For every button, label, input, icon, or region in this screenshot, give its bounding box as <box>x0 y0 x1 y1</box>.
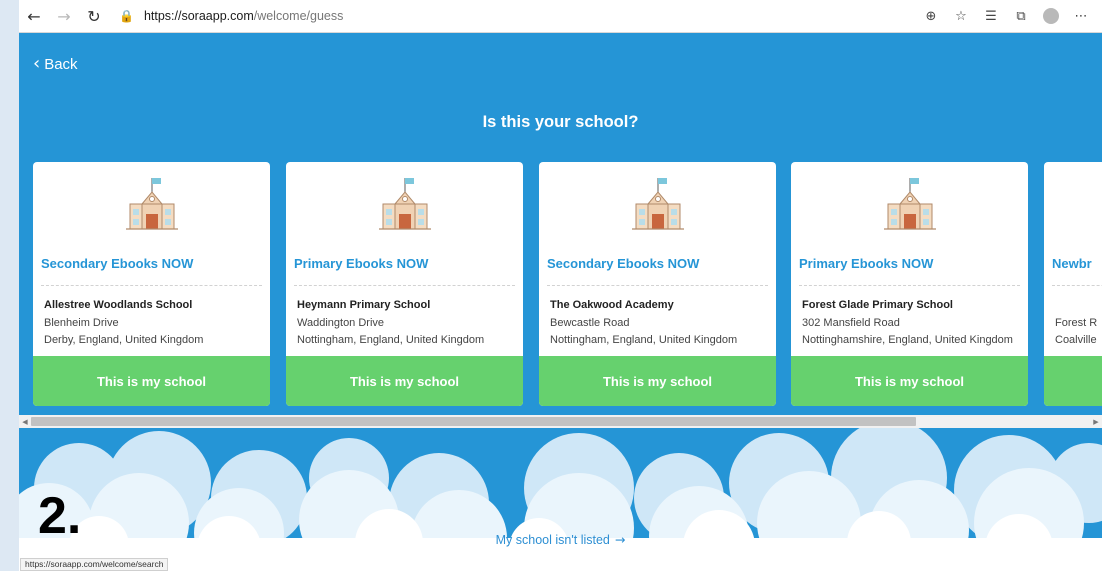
this-is-my-school-button[interactable] <box>1044 356 1102 406</box>
status-bar-url: https://soraapp.com/welcome/search <box>20 558 169 571</box>
lock-icon: 🔒 <box>119 9 134 23</box>
school-locality: Nottingham, England, United Kingdom <box>297 334 485 346</box>
school-street: Blenheim Drive <box>44 317 119 329</box>
school-illustration <box>1044 174 1102 234</box>
this-is-my-school-button[interactable]: This is my school <box>539 356 776 406</box>
more-icon[interactable]: ⋯ <box>1066 0 1096 33</box>
school-card: Secondary Ebooks NOW The Oakwood Academy B… <box>539 162 776 406</box>
school-name: The Oakwood Academy <box>550 299 674 311</box>
school-locality: Nottinghamshire, England, United Kingdom <box>802 334 1013 346</box>
this-is-my-school-button[interactable]: This is my school <box>33 356 270 406</box>
school-street: Bewcastle Road <box>550 317 630 329</box>
school-name: Allestree Woodlands School <box>44 299 193 311</box>
refresh-icon: ↻ <box>87 6 101 26</box>
collection-name: Secondary Ebooks NOW <box>547 256 768 286</box>
url-path: /welcome/guess <box>253 9 344 23</box>
collection-name: Secondary Ebooks NOW <box>41 256 262 286</box>
favorites-list-icon[interactable]: ☰ <box>976 0 1006 33</box>
collection-name: Primary Ebooks NOW <box>799 256 1020 286</box>
this-is-my-school-button[interactable]: This is my school <box>286 356 523 406</box>
school-illustration <box>791 174 1028 234</box>
forward-nav-button[interactable]: → <box>49 0 79 33</box>
profile-avatar-icon[interactable] <box>1036 0 1066 33</box>
school-building-icon <box>378 178 431 230</box>
school-building-icon <box>883 178 936 230</box>
back-label: Back <box>44 55 78 73</box>
page-title: Is this your school? <box>482 113 639 131</box>
school-name: Forest Glade Primary School <box>802 299 953 311</box>
collections-icon[interactable]: ⧉ <box>1006 0 1036 33</box>
favorite-star-icon[interactable]: ☆ <box>946 0 976 33</box>
arrow-left-icon: ← <box>27 6 41 26</box>
collection-name: Newbr <box>1052 256 1102 286</box>
school-illustration <box>286 174 523 234</box>
school-card: Secondary Ebooks NOW Allestree Woodlands … <box>33 162 270 406</box>
school-street: Waddington Drive <box>297 317 385 329</box>
school-card: Primary Ebooks NOW Heymann Primary School… <box>286 162 523 406</box>
school-illustration <box>539 174 776 234</box>
sora-welcome-page: ‹ Back Is this your school? Secondary Eb… <box>19 33 1102 571</box>
back-nav-button[interactable]: ← <box>19 0 49 33</box>
toolbar-actions: ⊕ ☆ ☰ ⧉ ⋯ <box>916 0 1102 33</box>
school-locality: Derby, England, United Kingdom <box>44 334 204 346</box>
scrollbar-thumb[interactable] <box>31 417 916 426</box>
school-street: Forest R <box>1055 317 1098 329</box>
school-locality: Nottingham, England, United Kingdom <box>550 334 738 346</box>
refresh-button[interactable]: ↻ <box>79 0 109 33</box>
not-listed-label: My school isn't listed <box>495 533 610 547</box>
arrow-right-icon: → <box>614 532 626 547</box>
scroll-right-arrow-icon[interactable]: ▶ <box>1090 415 1102 428</box>
school-name: Heymann Primary School <box>297 299 431 311</box>
school-street: 302 Mansfield Road <box>802 317 900 329</box>
school-building-icon <box>631 178 684 230</box>
school-locality: Coalville <box>1055 334 1097 346</box>
this-is-my-school-button[interactable]: This is my school <box>791 356 1028 406</box>
horizontal-scrollbar[interactable]: ◀ ▶ <box>19 415 1102 428</box>
address-bar[interactable]: 🔒 https://soraapp.com/welcome/guess <box>119 0 916 33</box>
back-link[interactable]: ‹ Back <box>33 55 78 73</box>
school-not-listed-link[interactable]: My school isn't listed → <box>19 532 1102 547</box>
school-building-icon <box>125 178 178 230</box>
url-host: https://soraapp.com <box>143 9 254 23</box>
scroll-left-arrow-icon[interactable]: ◀ <box>19 415 31 428</box>
school-illustration <box>33 174 270 234</box>
collection-name: Primary Ebooks NOW <box>294 256 515 286</box>
browser-toolbar: ← → ↻ 🔒 https://soraapp.com/welcome/gues… <box>19 0 1102 33</box>
arrow-right-icon: → <box>57 6 71 26</box>
school-card: Newbr Forest R Coalville <box>1044 162 1102 406</box>
chevron-left-icon: ‹ <box>33 53 41 74</box>
add-tab-icon[interactable]: ⊕ <box>916 0 946 33</box>
browser-window: ← → ↻ 🔒 https://soraapp.com/welcome/gues… <box>19 0 1102 571</box>
school-card: Primary Ebooks NOW Forest Glade Primary S… <box>791 162 1028 406</box>
step-number-annotation: 2. <box>38 487 82 545</box>
clouds-background <box>19 428 1102 571</box>
